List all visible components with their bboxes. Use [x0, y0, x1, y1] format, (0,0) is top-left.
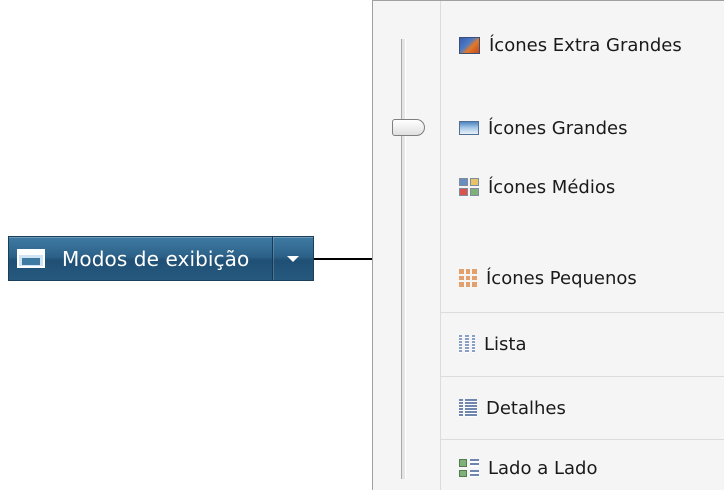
views-menu: Ícones Extra Grandes Ícones Grandes Ícon… — [372, 0, 724, 490]
list-icon — [459, 335, 475, 353]
views-icon — [17, 249, 45, 268]
menu-item-details[interactable]: Detalhes — [441, 388, 724, 428]
menu-item-label: Lado a Lado — [488, 457, 598, 479]
menu-item-extra-large-icons[interactable]: Ícones Extra Grandes — [441, 25, 724, 65]
menu-item-small-icons[interactable]: Ícones Pequenos — [441, 258, 724, 298]
menu-item-label: Detalhes — [486, 397, 566, 419]
medium-icons-icon — [459, 178, 479, 196]
connector-line — [314, 258, 372, 260]
views-dropdown-button[interactable] — [272, 237, 313, 280]
large-icons-icon — [459, 121, 479, 135]
menu-item-label: Ícones Extra Grandes — [489, 34, 682, 56]
menu-item-label: Ícones Grandes — [488, 117, 628, 139]
menu-item-tiles[interactable]: Lado a Lado — [441, 448, 724, 488]
details-icon — [459, 399, 477, 417]
menu-item-label: Ícones Pequenos — [486, 267, 637, 289]
menu-separator — [441, 439, 724, 440]
menu-item-medium-icons[interactable]: Ícones Médios — [441, 167, 724, 207]
menu-item-label: Ícones Médios — [488, 176, 616, 198]
views-split-button: Modos de exibição — [8, 236, 314, 281]
slider-track[interactable] — [401, 39, 406, 479]
small-icons-icon — [459, 269, 477, 287]
chevron-down-icon — [287, 255, 299, 262]
tiles-icon — [459, 459, 479, 477]
menu-separator — [441, 312, 724, 313]
menu-item-label: Lista — [484, 333, 527, 355]
extra-large-icons-icon — [459, 36, 480, 54]
views-button-label: Modos de exibição — [62, 246, 250, 271]
view-size-slider[interactable] — [373, 1, 441, 490]
slider-thumb[interactable] — [392, 119, 425, 136]
menu-item-list[interactable]: Lista — [441, 324, 724, 364]
views-button[interactable]: Modos de exibição — [9, 237, 272, 280]
menu-item-large-icons[interactable]: Ícones Grandes — [441, 108, 724, 148]
menu-separator — [441, 376, 724, 377]
